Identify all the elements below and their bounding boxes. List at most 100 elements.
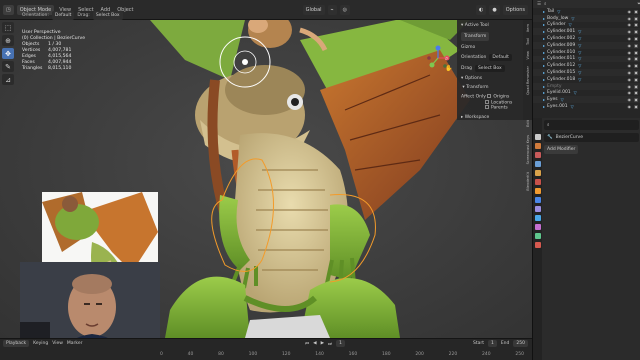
marker-menu[interactable]: Marker: [67, 341, 83, 346]
object-tab-icon[interactable]: [534, 188, 541, 194]
render-camera-icon[interactable]: ▣: [634, 43, 638, 48]
outliner-item[interactable]: ▸ Cylinder.011 ▽ ◉ ▣: [533, 55, 640, 63]
expand-icon[interactable]: ▸: [543, 36, 545, 41]
expand-icon[interactable]: ▸: [543, 16, 545, 21]
outliner-item[interactable]: ▸ Cylinder ▽ ◉ ▣: [533, 22, 640, 29]
expand-icon[interactable]: ▸: [543, 104, 545, 109]
tab-screencast-keys[interactable]: Screencast Keys: [526, 135, 530, 164]
render-camera-icon[interactable]: ▣: [634, 70, 638, 75]
workspace-section[interactable]: ▸ Workspace: [461, 115, 519, 120]
expand-icon[interactable]: ▸: [543, 9, 545, 14]
render-camera-icon[interactable]: ▣: [634, 29, 638, 34]
output-tab-icon[interactable]: [534, 152, 541, 158]
orientation-field[interactable]: Default: [489, 54, 512, 61]
expand-icon[interactable]: ▸: [543, 43, 545, 48]
constraints-tab-icon[interactable]: [534, 224, 541, 230]
scene-tab-icon[interactable]: [534, 170, 541, 176]
outliner-item[interactable]: ▸ Eyelid.001 ▽ ◉ ▣: [533, 90, 640, 97]
visibility-eye-icon[interactable]: ◉: [628, 50, 632, 55]
render-camera-icon[interactable]: ▣: [634, 56, 638, 61]
expand-icon[interactable]: ▸: [543, 50, 545, 55]
outliner-item[interactable]: ▸ Empty ◉ ▣: [533, 82, 640, 90]
particles-tab-icon[interactable]: [534, 206, 541, 212]
physics-tab-icon[interactable]: [534, 215, 541, 221]
render-tab-icon[interactable]: [534, 143, 541, 149]
render-camera-icon[interactable]: ▣: [634, 50, 638, 55]
visibility-eye-icon[interactable]: ◉: [628, 84, 632, 89]
play-reverse-icon[interactable]: ◀: [313, 341, 316, 346]
visibility-eye-icon[interactable]: ◉: [628, 77, 632, 82]
visibility-eye-icon[interactable]: ◉: [628, 104, 632, 109]
visibility-eye-icon[interactable]: ◉: [628, 70, 632, 75]
outliner-item[interactable]: ▸ Eyes.001 ▽ ◉ ▣: [533, 103, 640, 110]
jump-end-icon[interactable]: ⏭: [328, 341, 332, 347]
data-tab-icon[interactable]: [534, 233, 541, 239]
render-camera-icon[interactable]: ▣: [634, 97, 638, 102]
tab-view[interactable]: View: [526, 51, 530, 60]
end-frame[interactable]: 250: [513, 340, 528, 347]
visibility-eye-icon[interactable]: ◉: [628, 36, 632, 41]
outliner-item[interactable]: ▸ Eyes ▽ ◉ ▣: [533, 96, 640, 104]
expand-icon[interactable]: ▸: [543, 90, 545, 95]
outliner-item[interactable]: ▸ Cylinder.009 ▽ ◉ ▣: [533, 41, 640, 49]
orientation-dropdown[interactable]: Default: [51, 10, 75, 20]
visibility-eye-icon[interactable]: ◉: [628, 63, 632, 68]
outliner-item[interactable]: ▸ Cylinder.018 ▽ ◉ ▣: [533, 76, 640, 83]
locations-checkbox[interactable]: [485, 99, 489, 104]
visibility-eye-icon[interactable]: ◉: [628, 9, 632, 14]
active-tool-section[interactable]: ▾ Active Tool: [461, 23, 519, 28]
material-tab-icon[interactable]: [534, 242, 541, 248]
render-camera-icon[interactable]: ▣: [634, 84, 638, 89]
transform-subsection[interactable]: ▾ Transform: [461, 85, 519, 90]
drag-field[interactable]: Select Box: [474, 65, 505, 72]
outliner-item[interactable]: ▸ Cylinder.010 ▽ ◉ ▣: [533, 49, 640, 56]
transform-tool-icon[interactable]: ✥: [2, 48, 14, 59]
expand-icon[interactable]: ▸: [543, 77, 545, 82]
render-camera-icon[interactable]: ▣: [634, 63, 638, 68]
pan-icon[interactable]: ✋: [445, 65, 452, 72]
outliner-icon[interactable]: ☰: [537, 2, 541, 7]
select-tool-icon[interactable]: ⬚: [2, 22, 14, 33]
jump-start-icon[interactable]: ⏮: [305, 341, 309, 347]
render-camera-icon[interactable]: ▣: [634, 22, 638, 27]
world-tab-icon[interactable]: [534, 179, 541, 185]
visibility-eye-icon[interactable]: ◉: [628, 56, 632, 61]
keying-menu[interactable]: Keying: [33, 341, 48, 346]
render-camera-icon[interactable]: ▣: [634, 9, 638, 14]
tab-item[interactable]: Item: [526, 24, 530, 32]
outliner-item[interactable]: ▸ Cylinder.012 ▽ ◉ ▣: [533, 62, 640, 69]
visibility-eye-icon[interactable]: ◉: [628, 16, 632, 21]
outliner-item[interactable]: ▸ Cylinder.002 ▽ ◉ ▣: [533, 35, 640, 42]
modifier-tab-icon[interactable]: [534, 197, 541, 203]
outliner-search-icon[interactable]: ⌕: [544, 1, 547, 7]
origins-checkbox[interactable]: [487, 94, 492, 98]
expand-icon[interactable]: ▸: [543, 70, 545, 75]
tab-tool[interactable]: Tool: [526, 38, 530, 45]
start-frame[interactable]: 1: [487, 340, 497, 347]
zoom-icon[interactable]: ⌕: [445, 55, 448, 63]
expand-icon[interactable]: ▸: [543, 22, 545, 27]
visibility-eye-icon[interactable]: ◉: [628, 43, 632, 48]
visibility-eye-icon[interactable]: ◉: [628, 90, 632, 95]
annotate-tool-icon[interactable]: ✎: [2, 61, 14, 72]
expand-icon[interactable]: ▸: [543, 29, 545, 34]
render-camera-icon[interactable]: ▣: [634, 90, 638, 95]
parents-checkbox[interactable]: [485, 105, 489, 109]
expand-icon[interactable]: ▸: [543, 63, 545, 68]
expand-icon[interactable]: ▸: [543, 84, 545, 89]
object-name[interactable]: BezierCurve: [556, 135, 583, 140]
tab-quad-remesher[interactable]: Quad Remesher: [526, 66, 530, 95]
drag-dropdown[interactable]: Select Box: [92, 10, 123, 20]
tab-edit[interactable]: Edit: [526, 120, 530, 127]
expand-icon[interactable]: ▸: [543, 56, 545, 61]
visibility-eye-icon[interactable]: ◉: [628, 29, 632, 34]
outliner-item[interactable]: ▸ Cylinder.001 ▽ ◉ ▣: [533, 28, 640, 36]
tool-tab-icon[interactable]: [534, 134, 541, 140]
play-icon[interactable]: ▶: [321, 341, 324, 346]
outliner-item[interactable]: ▸ Cylinder.015 ▽ ◉ ▣: [533, 69, 640, 76]
view-layer-tab-icon[interactable]: [534, 161, 541, 167]
cursor-tool-icon[interactable]: ⊕: [2, 35, 14, 46]
transform-tool-button[interactable]: Transform: [461, 32, 490, 41]
outliner-item[interactable]: ▸ Body_low ▽ ◉ ▣: [533, 14, 640, 22]
visibility-eye-icon[interactable]: ◉: [628, 97, 632, 102]
